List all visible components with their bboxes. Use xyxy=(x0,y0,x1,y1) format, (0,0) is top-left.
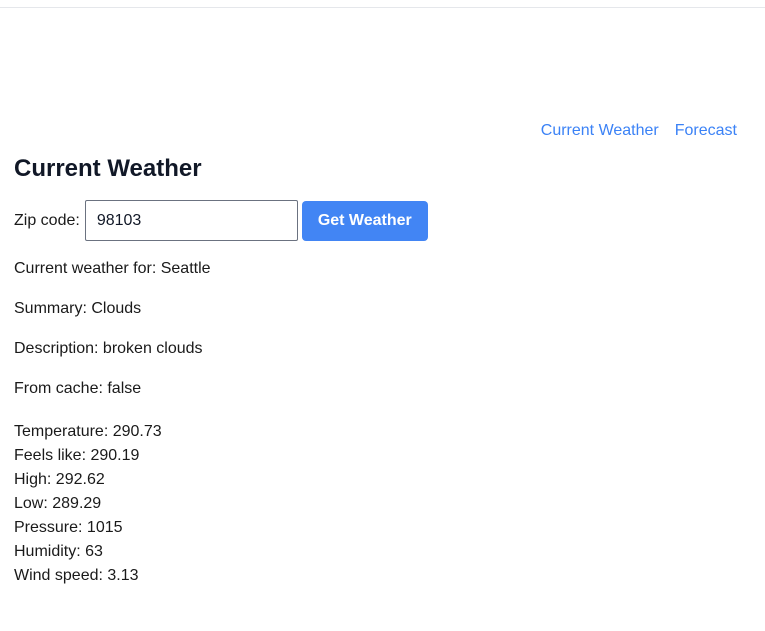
description-text: Description: broken clouds xyxy=(14,340,203,357)
zip-label: Zip code: xyxy=(14,211,80,229)
pressure-text: Pressure: 1015 xyxy=(14,519,123,536)
top-nav: Current Weather Forecast xyxy=(541,122,737,140)
low-text: Low: 289.29 xyxy=(14,495,102,512)
get-weather-button[interactable]: Get Weather xyxy=(301,200,428,241)
nav-link-current-weather[interactable]: Current Weather xyxy=(541,122,659,140)
summary-text: Summary: Clouds xyxy=(14,300,142,317)
nav-link-forecast[interactable]: Forecast xyxy=(675,122,737,140)
humidity-text: Humidity: 63 xyxy=(14,543,103,560)
top-bar xyxy=(0,0,765,8)
from-cache-text: From cache: false xyxy=(14,380,142,397)
wind-speed-text: Wind speed: 3.13 xyxy=(14,567,139,584)
page-title: Current Weather xyxy=(14,155,202,182)
feels-like-text: Feels like: 290.19 xyxy=(14,447,140,464)
temperature-text: Temperature: 290.73 xyxy=(14,423,162,440)
high-text: High: 292.62 xyxy=(14,471,105,488)
location-text: Current weather for: Seattle xyxy=(14,260,211,277)
weather-stats: Temperature: 290.73 Feels like: 290.19 H… xyxy=(14,420,162,588)
zip-input[interactable] xyxy=(84,200,298,241)
zip-form: Zip code: Get Weather xyxy=(14,200,428,241)
